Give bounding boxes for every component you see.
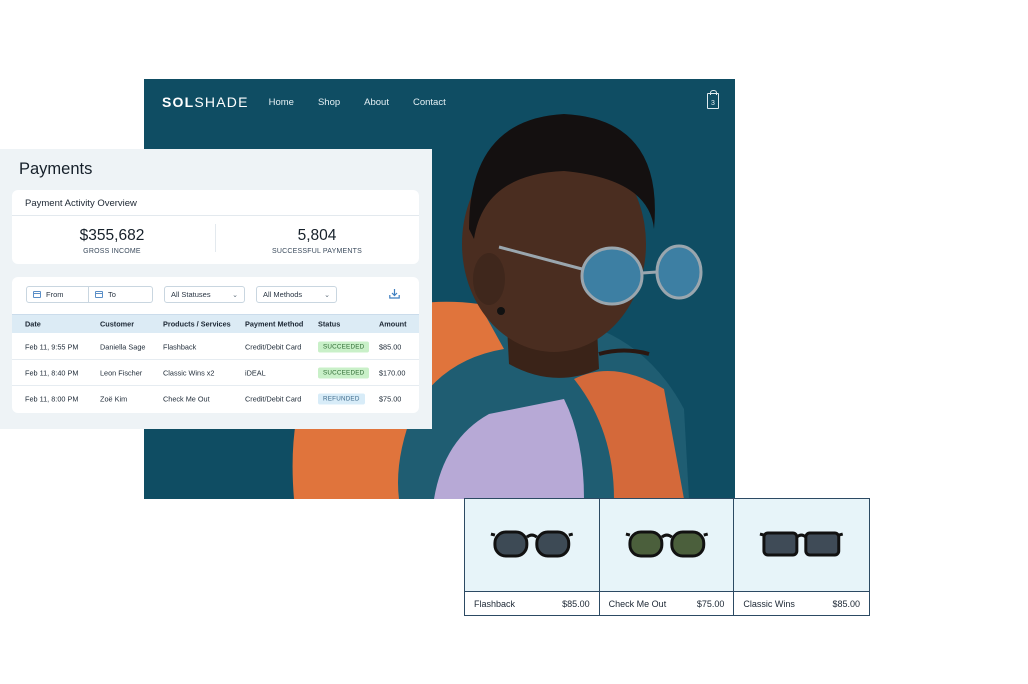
sunglasses-image xyxy=(490,530,574,558)
date-cell: Feb 11, 9:55 PM xyxy=(25,342,79,351)
table-header: Date Customer Products / Services Paymen… xyxy=(12,314,419,333)
product-price: $85.00 xyxy=(562,598,590,609)
product-name: Classic Wins xyxy=(743,598,795,609)
cart-count: 3 xyxy=(711,100,715,107)
chevron-down-icon: ⌄ xyxy=(324,291,330,299)
product-name: Flashback xyxy=(474,598,516,609)
date-cell: Feb 11, 8:00 PM xyxy=(25,394,79,404)
calendar-icon xyxy=(33,291,41,298)
customer-cell: Daniella Sage xyxy=(100,342,146,351)
product-meta: Flashback $85.00 xyxy=(465,591,599,615)
date-to-input[interactable]: To xyxy=(89,286,153,303)
gross-income-label: GROSS INCOME xyxy=(83,248,141,255)
amount-cell: $170.00 xyxy=(379,368,406,377)
shopping-bag-icon[interactable]: 3 xyxy=(707,90,719,109)
successful-payments-label: SUCCESSFUL PAYMENTS xyxy=(271,248,363,255)
status-badge: SUCCEEDED xyxy=(318,367,370,378)
product-price: $75.00 xyxy=(696,598,725,609)
successful-payments-stat: 5,804 SUCCESSFUL PAYMENTS xyxy=(217,227,417,255)
method-cell: iDEAL xyxy=(245,368,266,377)
product-card[interactable]: Flashback $85.00 xyxy=(465,499,599,615)
date-from-input[interactable]: From xyxy=(26,286,89,303)
page-title: Payments xyxy=(19,160,93,178)
product-meta: Check Me Out $75.00 xyxy=(599,591,734,615)
sunglasses-image xyxy=(759,531,844,557)
download-icon[interactable] xyxy=(389,289,400,299)
customer-cell: Zoë Kim xyxy=(100,394,128,404)
nav-contact[interactable]: Contact xyxy=(413,97,446,108)
nav-shop[interactable]: Shop xyxy=(318,97,340,108)
product-name: Check Me Out xyxy=(608,598,667,609)
overview-title: Payment Activity Overview xyxy=(12,190,419,216)
nav-home[interactable]: Home xyxy=(269,97,294,108)
table-row[interactable]: Feb 11, 9:55 PM Daniella Sage Flashback … xyxy=(12,334,419,360)
date-cell: Feb 11, 8:40 PM xyxy=(25,368,79,377)
sunglasses-image xyxy=(625,530,708,558)
calendar-icon xyxy=(95,291,103,298)
column-header[interactable]: Payment Method xyxy=(245,320,303,329)
product-cell: Check Me Out xyxy=(163,394,210,404)
column-header[interactable]: Products / Services xyxy=(163,320,231,329)
status-badge: SUCCEEDED xyxy=(318,341,370,352)
store-navbar: SOLSHADE Home Shop About Contact 3 xyxy=(162,90,719,111)
payment-activity-overview: Payment Activity Overview $355,682 GROSS… xyxy=(12,190,419,264)
nav-about[interactable]: About xyxy=(364,97,389,108)
column-header[interactable]: Date xyxy=(25,320,41,329)
amount-cell: $75.00 xyxy=(379,394,402,404)
product-card[interactable]: Classic Wins $85.00 xyxy=(734,499,870,615)
product-price: $85.00 xyxy=(832,598,861,609)
gross-income-stat: $355,682 GROSS INCOME xyxy=(12,227,212,255)
product-card[interactable]: Check Me Out $75.00 xyxy=(599,499,734,615)
status-badge: REFUNDED xyxy=(318,393,365,405)
status-filter-select[interactable]: All Statuses ⌄ xyxy=(164,286,245,303)
method-cell: Credit/Debit Card xyxy=(245,342,302,351)
method-cell: Credit/Debit Card xyxy=(245,394,302,404)
method-filter-select[interactable]: All Methods ⌄ xyxy=(256,286,337,303)
payments-panel: Payments Payment Activity Overview $355,… xyxy=(0,149,432,429)
column-header[interactable]: Customer xyxy=(100,320,134,329)
column-header[interactable]: Amount xyxy=(379,320,407,329)
product-meta: Classic Wins $85.00 xyxy=(734,591,870,615)
column-header[interactable]: Status xyxy=(318,320,340,329)
product-cell: Flashback xyxy=(163,342,197,351)
successful-payments-value: 5,804 xyxy=(297,227,337,244)
table-row[interactable]: Feb 11, 8:00 PM Zoë Kim Check Me Out Cre… xyxy=(12,386,419,412)
amount-cell: $85.00 xyxy=(379,342,402,351)
customer-cell: Leon Fischer xyxy=(100,368,143,377)
filter-bar: From To All Statuses ⌄ All Methods ⌄ xyxy=(26,286,337,303)
product-grid: Flashback $85.00 Check Me Out $75.00 Cla… xyxy=(464,498,870,616)
store-logo[interactable]: SOLSHADE xyxy=(162,94,249,110)
divider xyxy=(215,224,216,252)
chevron-down-icon: ⌄ xyxy=(232,291,238,299)
gross-income-value: $355,682 xyxy=(79,227,145,244)
table-row[interactable]: Feb 11, 8:40 PM Leon Fischer Classic Win… xyxy=(12,360,419,386)
payments-table-card: From To All Statuses ⌄ All Methods ⌄ Date … xyxy=(12,277,419,413)
product-cell: Classic Wins x2 xyxy=(163,368,215,377)
